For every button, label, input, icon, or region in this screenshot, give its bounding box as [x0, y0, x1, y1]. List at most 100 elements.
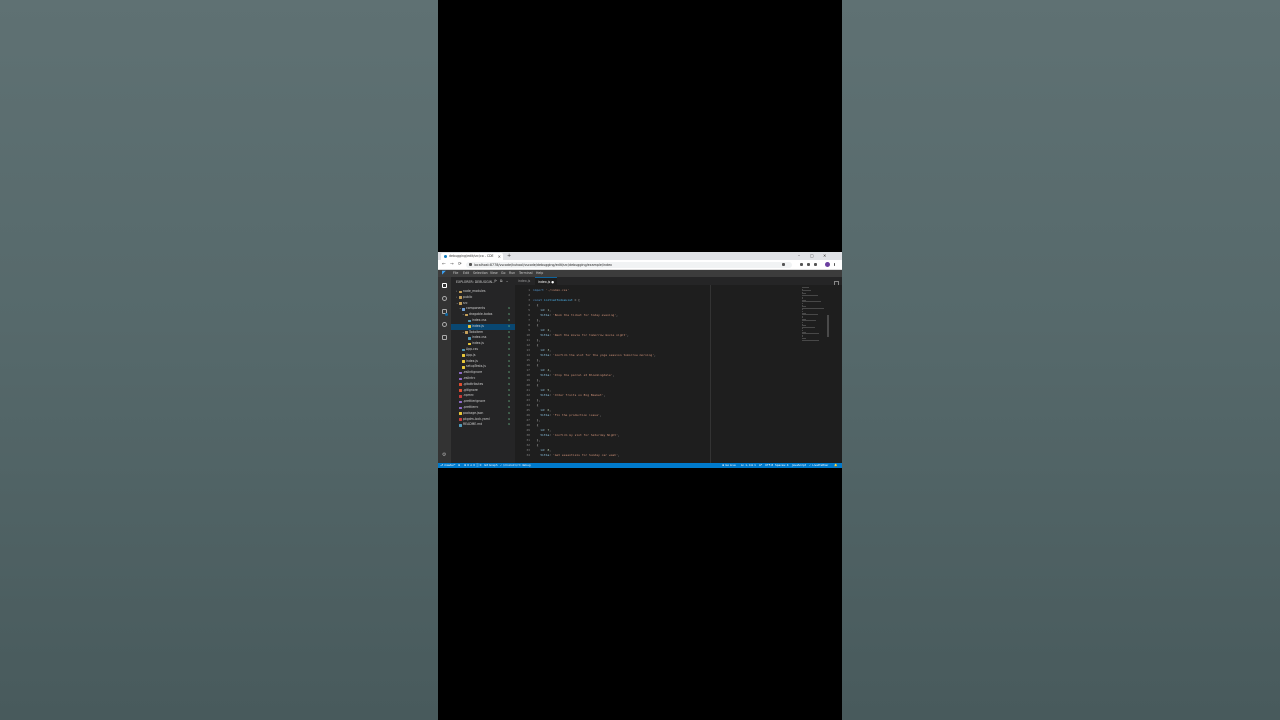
- status-left-item[interactable]: ⎇ master*: [440, 463, 455, 468]
- browser-tab[interactable]: debugging/edit/src/co - CDE ✕: [441, 253, 503, 260]
- editor-ruler: [710, 285, 711, 463]
- file-type-icon: [462, 360, 465, 363]
- tree-item[interactable]: README.md U: [451, 422, 515, 428]
- screen-capture: debugging/edit/src/co - CDE ✕ + – ▢ ✕ ← …: [438, 252, 842, 468]
- url-text: localhost:8778/vscode/kuhool/vscode/debu…: [474, 262, 613, 267]
- menu-terminal[interactable]: Terminal: [519, 270, 532, 277]
- status-right-item[interactable]: Spaces: 4: [775, 463, 789, 468]
- info-icon: [469, 263, 472, 266]
- file-type-icon: [462, 365, 465, 369]
- file-type-icon: [459, 371, 462, 375]
- file-type-icon: [468, 336, 471, 340]
- file-type-icon: [459, 389, 462, 392]
- file-type-icon: [459, 400, 462, 404]
- menu-go[interactable]: Go: [501, 270, 505, 277]
- minimize-button[interactable]: –: [798, 252, 800, 260]
- puzzle-icon[interactable]: [807, 263, 810, 266]
- code-lines[interactable]: import './index.css' const initialTodosLi…: [533, 288, 708, 458]
- activity-bar: ⚙: [438, 277, 451, 463]
- file-type-icon: [459, 418, 462, 421]
- minimap-line: [802, 339, 819, 341]
- vscode-favicon-icon: [444, 255, 447, 258]
- status-right-item[interactable]: Prettier: [818, 463, 828, 468]
- minimap-line: [802, 290, 812, 292]
- file-type-icon: [459, 383, 462, 386]
- menu-run[interactable]: Run: [509, 270, 515, 277]
- status-right-item[interactable]: UTF-8: [765, 463, 773, 468]
- explorer-actions[interactable]: ⟳ ⧉ ⌄: [494, 279, 510, 283]
- minimap-line: [802, 301, 821, 303]
- code-editor[interactable]: 1 2 3 4 5 6 7 8 9 10 11 12 13 14 15 16 17 18 19 20 21 22 23 24 2…: [515, 285, 842, 463]
- maximize-button[interactable]: ▢: [810, 252, 814, 260]
- file-type-icon: [462, 307, 465, 311]
- file-type-icon: [468, 319, 471, 323]
- explorer-sidebar: EXPLORER: DEBUGGIN... ⟳ ⧉ ⌄ › node_module…: [451, 277, 515, 463]
- file-type-icon: [465, 313, 468, 317]
- minimap[interactable]: [802, 287, 824, 341]
- file-type-icon: [459, 302, 462, 305]
- file-type-icon: [459, 423, 462, 427]
- editor-tab-index-js-1[interactable]: index.js: [515, 277, 533, 285]
- file-type-icon: [462, 348, 465, 352]
- code-line[interactable]: title: 'Get essentials for Sunday car wa…: [533, 453, 708, 458]
- explorer-icon[interactable]: [442, 283, 447, 288]
- status-right-item[interactable]: JavaScript: [792, 463, 806, 468]
- search-icon[interactable]: [442, 296, 447, 301]
- file-type-icon: [459, 290, 462, 294]
- back-button[interactable]: ←: [442, 260, 446, 269]
- settings-gear-icon[interactable]: ⚙: [442, 453, 446, 458]
- share-icon[interactable]: [782, 263, 785, 266]
- explorer-title: EXPLORER: DEBUGGIN...: [456, 280, 496, 284]
- sidepanel-icon[interactable]: [814, 263, 817, 266]
- minimap-line: [802, 294, 819, 296]
- status-right-item[interactable]: ⊕ Go Live: [722, 463, 736, 468]
- extensions-icon[interactable]: [442, 335, 447, 340]
- file-type-icon: [459, 406, 462, 410]
- minimap-line: [802, 307, 824, 309]
- editor-tab-bar: index.js index.js ●: [515, 277, 842, 286]
- line-number: 34: [526, 453, 530, 457]
- file-type-icon: [465, 331, 468, 334]
- status-right-item[interactable]: ✓ Live: [809, 463, 818, 468]
- menu-edit[interactable]: Edit: [463, 270, 469, 277]
- file-tree: › node_modules › public ⌄ src ⌄ components U ⌄ dra…: [451, 289, 515, 428]
- file-type-icon: [459, 394, 462, 398]
- vscode-logo-icon: ◤: [442, 270, 446, 276]
- status-right-item[interactable]: 🔔: [834, 463, 837, 468]
- status-right-item[interactable]: LF: [759, 463, 762, 468]
- line-number-gutter: 1 2 3 4 5 6 7 8 9 10 11 12 13 14 15 16 17 18 19 20 21 22 23 24 2…: [515, 288, 530, 458]
- editor-scrollbar[interactable]: [827, 315, 829, 337]
- kebab-menu-icon[interactable]: [834, 263, 836, 266]
- file-type-icon: [462, 354, 465, 357]
- editor-tab-index-js-2[interactable]: index.js ●: [535, 277, 558, 285]
- run-debug-icon[interactable]: [442, 322, 447, 327]
- close-tab-icon[interactable]: ✕: [498, 253, 501, 260]
- extension-icon[interactable]: [800, 263, 803, 266]
- minimap-line: [802, 314, 818, 316]
- menu-file[interactable]: File: [453, 270, 458, 277]
- forward-button[interactable]: →: [450, 260, 454, 269]
- file-type-icon: [459, 377, 462, 381]
- address-bar[interactable]: localhost:8778/vscode/kuhool/vscode/debu…: [466, 261, 792, 268]
- status-left-item[interactable]: ✓ (mnicolrn) ↻ debug: [500, 463, 531, 468]
- status-left-item[interactable]: ⊗ 0 ⚠ 0 ⓘ 0: [464, 463, 481, 468]
- reload-button[interactable]: ⟳: [458, 260, 462, 269]
- status-bar: ⎇ master* ⊗ ⊗ 0 ⚠ 0 ⓘ 0 Git Graph ✓ (mnicolr…: [438, 463, 842, 468]
- file-type-icon: [468, 325, 471, 328]
- close-window-button[interactable]: ✕: [823, 252, 826, 260]
- profile-avatar[interactable]: [825, 262, 830, 267]
- minimap-line: [802, 333, 819, 335]
- tree-item-label: README.md: [463, 422, 483, 427]
- file-type-icon: [468, 342, 471, 346]
- new-tab-button[interactable]: +: [507, 252, 511, 260]
- git-status-badge: U: [508, 422, 511, 427]
- menu-selection[interactable]: Selection: [473, 270, 488, 277]
- menu-help[interactable]: Help: [536, 270, 543, 277]
- browser-tab-title: debugging/edit/src/co - CDE: [449, 254, 494, 258]
- minimap-line: [802, 287, 809, 288]
- status-left-item[interactable]: ⊗: [458, 463, 460, 468]
- status-left-item[interactable]: Git Graph: [484, 463, 498, 468]
- menu-view[interactable]: View: [490, 270, 498, 277]
- minimap-line: [802, 326, 816, 328]
- status-right-item[interactable]: Ln 1, Col 1: [741, 463, 756, 468]
